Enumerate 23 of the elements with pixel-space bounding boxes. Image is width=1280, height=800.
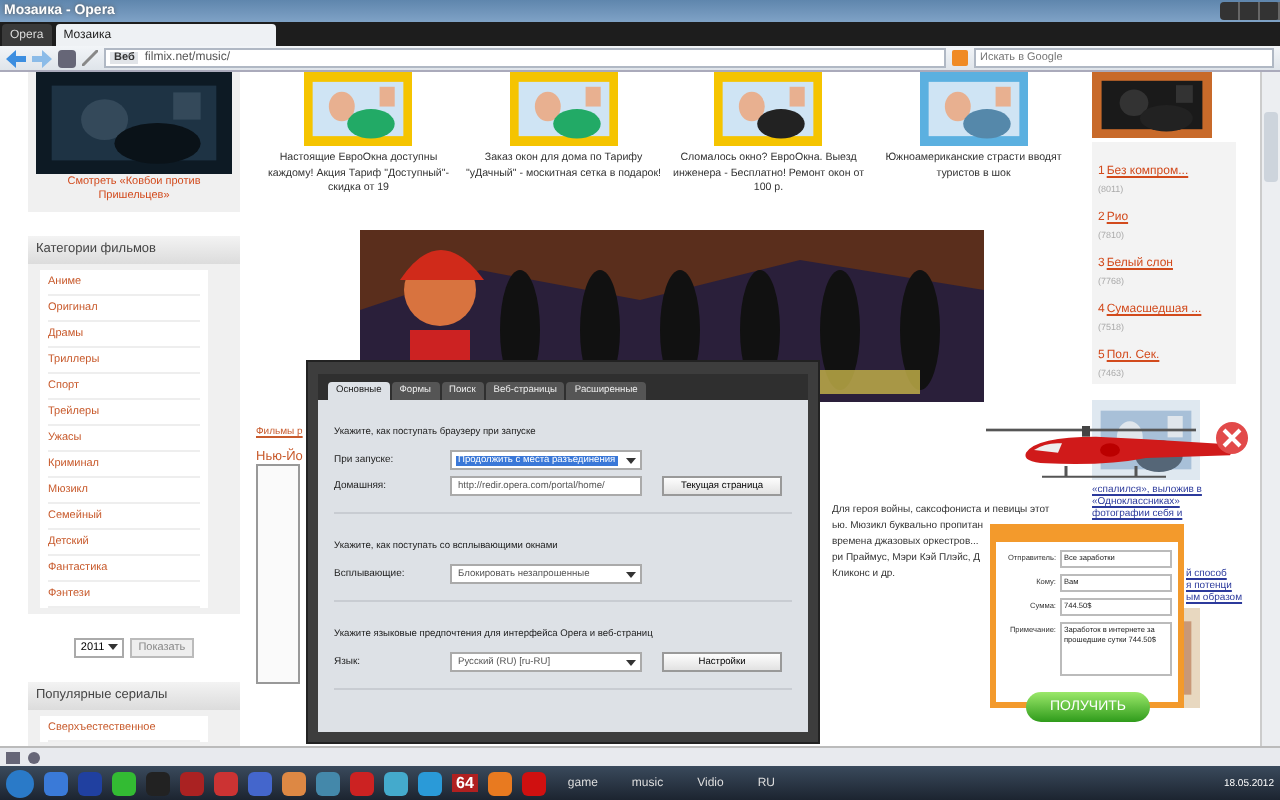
caret-icon: [626, 659, 636, 665]
app-icon[interactable]: [521, 771, 546, 795]
app-icon[interactable]: [316, 771, 340, 795]
app-icon[interactable]: [214, 771, 238, 795]
scrollbar[interactable]: [1260, 72, 1280, 746]
caret-icon: [626, 571, 636, 577]
app-icon[interactable]: [282, 771, 306, 795]
app-icon[interactable]: [350, 771, 374, 795]
app-icon[interactable]: [248, 771, 272, 795]
taskbar-app[interactable]: 64: [452, 774, 478, 792]
close-button[interactable]: [1216, 422, 1248, 454]
caret-icon: [108, 644, 119, 651]
app-icon[interactable]: [112, 771, 136, 795]
caret-icon: [626, 457, 636, 463]
start-button[interactable]: [6, 769, 34, 797]
panel-icon[interactable]: [6, 751, 20, 763]
back-icon[interactable]: [6, 49, 26, 67]
app-icon[interactable]: [418, 771, 442, 795]
app-icon[interactable]: [44, 771, 68, 795]
app-icon[interactable]: [384, 771, 408, 795]
pen-icon[interactable]: [82, 50, 98, 66]
app-icon[interactable]: [487, 771, 512, 795]
window-controls[interactable]: [1220, 2, 1280, 20]
